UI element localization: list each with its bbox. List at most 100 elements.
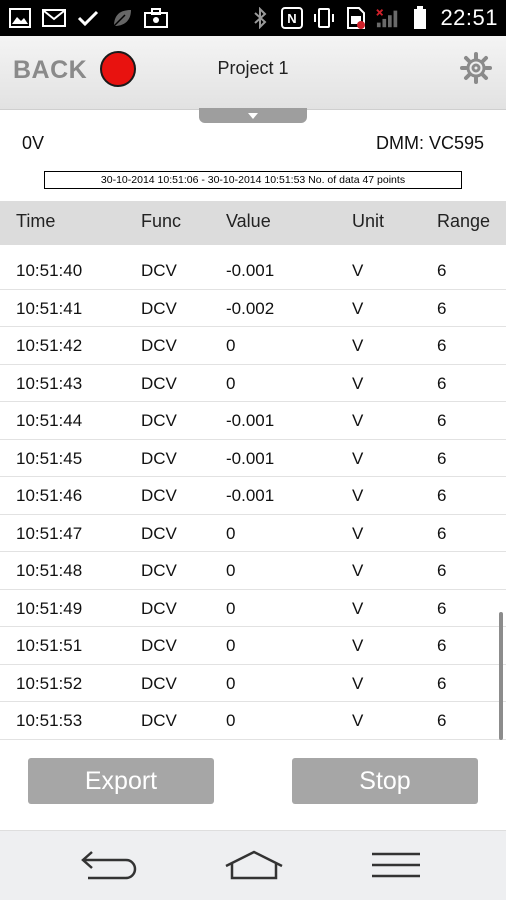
value-cell: -0.001 [226,411,275,430]
table-row[interactable]: 10:51:40 DCV -0.001 V 6 [0,252,506,290]
export-button[interactable]: Export [28,758,214,804]
range-cell: 6 [437,636,447,655]
image-icon [8,6,32,30]
func-cell: DCV [141,336,177,355]
value-cell: 0 [226,523,236,543]
notification-icons [8,6,168,30]
value-cell: -0.001 [226,448,275,468]
gear-icon[interactable] [460,52,492,84]
range-cell: 6 [437,673,447,693]
func-cell: DCV [141,373,177,393]
dmm-model: DMM: VC595 [375,133,484,153]
menu-icon[interactable] [366,845,426,885]
column-header-unit: Unit [352,211,385,231]
battery-icon [408,6,432,30]
range-cell: 6 [437,561,447,580]
time-cell: 10:51:44 [16,411,83,430]
svg-text:N: N [288,11,297,26]
table-row[interactable]: 10:51:51 DCV 0 V 6 [0,627,506,665]
range-cell: 6 [437,598,447,618]
signal-icon [376,6,400,30]
time-cell: 10:51:43 [16,373,83,393]
table-row[interactable]: 10:51:45 DCV -0.001 V 6 [0,440,506,477]
unit-cell: V [352,673,364,693]
unit-cell: V [352,373,364,393]
time-cell: 10:51:47 [16,523,83,543]
table-row[interactable]: 10:51:49 DCV 0 V 6 [0,590,506,627]
time-cell: 10:51:46 [16,486,83,505]
range-cell: 6 [437,411,447,430]
bluetooth-icon [248,6,272,30]
time-cell: 10:51:53 [16,711,83,730]
table-row[interactable]: 10:51:47 DCV 0 V 6 [0,515,506,552]
back-icon[interactable] [80,845,140,885]
table-row[interactable]: 10:51:46 DCV -0.001 V 6 [0,477,506,515]
value-cell: 0 [226,336,236,355]
current-reading: 0V [22,133,45,153]
time-cell: 10:51:52 [16,673,83,693]
page-title: Project 1 [217,58,289,78]
time-cell: 10:51:40 [16,261,83,280]
value-cell: -0.001 [226,486,275,505]
func-cell: DCV [141,298,177,318]
pull-down-tab[interactable] [199,108,307,123]
time-cell: 10:51:48 [16,561,83,580]
table-row[interactable]: 10:51:44 DCV -0.001 V 6 [0,402,506,440]
unit-cell: V [352,336,364,355]
time-cell: 10:51:41 [16,298,83,318]
table-row[interactable]: 10:51:43 DCV 0 V 6 [0,365,506,402]
value-cell: 0 [226,711,236,730]
gmail-icon [42,6,66,30]
value-cell: 0 [226,561,236,580]
func-cell: DCV [141,598,177,618]
status-bar: N 22:51 [0,0,506,36]
table-row[interactable]: 10:51:41 DCV -0.002 V 6 [0,290,506,327]
range-cell: 6 [437,373,447,393]
stop-button[interactable]: Stop [292,758,478,804]
data-table[interactable]: 10:51:40 DCV -0.001 V 6 10:51:41 DCV -0.002 V 6 … [0,252,506,740]
check-icon [76,6,100,30]
briefcase-icon [144,6,168,30]
value-cell: -0.002 [226,298,275,318]
range-cell: 6 [437,261,447,280]
table-row[interactable]: 10:51:52 DCV 0 V 6 [0,665,506,702]
vibrate-icon [312,6,336,30]
caret-down-icon [248,112,258,119]
func-cell: DCV [141,636,177,655]
app-header: BACK Project 1 [0,36,506,110]
range-cell: 6 [437,298,447,318]
range-cell: 6 [437,336,447,355]
system-icons: N 22:51 [248,4,498,32]
func-cell: DCV [141,411,177,430]
column-header-range: Range [437,211,491,231]
nfc-icon: N [280,6,304,30]
column-header-value: Value [226,211,271,231]
unit-cell: V [352,298,364,318]
func-cell: DCV [141,448,177,468]
home-icon[interactable] [224,845,284,885]
time-cell: 10:51:45 [16,448,83,468]
value-cell: 0 [226,636,236,655]
table-row[interactable]: 10:51:48 DCV 0 V 6 [0,552,506,590]
time-cell: 10:51:51 [16,636,83,655]
func-cell: DCV [141,711,177,730]
value-cell: 0 [226,673,236,693]
column-header-time: Time [16,211,56,231]
table-row[interactable]: 10:51:53 DCV 0 V 6 [0,702,506,740]
unit-cell: V [352,411,364,430]
range-cell: 6 [437,486,447,505]
unit-cell: V [352,523,364,543]
column-header-func: Func [141,211,182,231]
range-cell: 6 [437,523,447,543]
data-range-summary: 30-10-2014 10:51:06 - 30-10-2014 10:51:5… [44,171,462,189]
clock: 22:51 [440,5,498,30]
time-cell: 10:51:42 [16,336,83,355]
sim-icon [344,6,368,30]
table-scrollbar[interactable] [499,612,503,740]
time-cell: 10:51:49 [16,598,83,618]
unit-cell: V [352,486,364,505]
table-row[interactable]: 10:51:42 DCV 0 V 6 [0,327,506,365]
unit-cell: V [352,261,364,280]
range-cell: 6 [437,711,447,730]
navigation-bar [0,830,506,900]
